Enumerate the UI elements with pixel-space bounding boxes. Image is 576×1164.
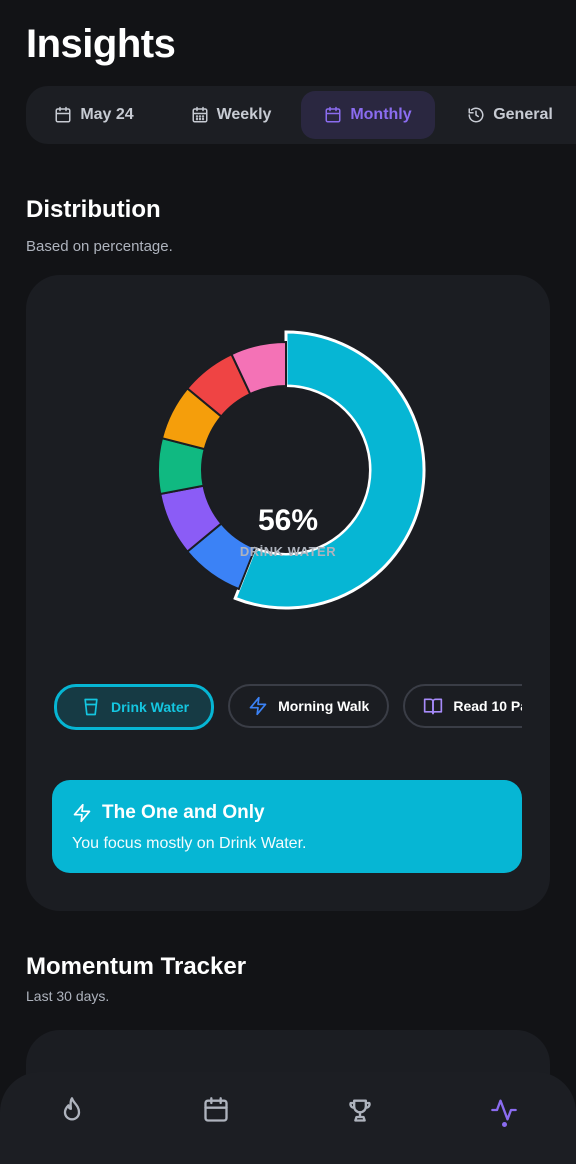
nav-calendar-button[interactable]	[196, 1090, 236, 1130]
bottom-navigation	[0, 1072, 576, 1164]
lightning-icon	[249, 696, 267, 716]
nav-achievements-button[interactable]	[340, 1090, 380, 1130]
tab-general[interactable]: General	[442, 91, 576, 139]
chip-read-10-pages[interactable]: Read 10 Pages	[403, 684, 522, 728]
chip-label: Drink Water	[111, 699, 190, 715]
donut-svg: 56% DRİNK WATER	[157, 330, 426, 610]
tab-label: Weekly	[216, 106, 272, 123]
calendar-icon	[325, 106, 341, 123]
calendar-icon	[204, 1097, 228, 1122]
page-title: Insights	[26, 22, 176, 66]
activity-icon	[491, 1099, 517, 1121]
distribution-title: Distribution	[26, 196, 161, 223]
distribution-subtitle: Based on percentage.	[26, 238, 173, 255]
chip-drink-water[interactable]: Drink Water	[54, 684, 215, 730]
distribution-card: 56% DRİNK WATER Drink Water Morning Walk…	[26, 275, 550, 911]
chip-label: Read 10 Pages	[453, 698, 522, 714]
active-nav-indicator	[502, 1122, 507, 1127]
chip-label: Morning Walk	[278, 698, 370, 714]
tab-label: May 24	[80, 106, 134, 123]
calendar-grid-icon	[192, 106, 208, 123]
insight-callout: The One and Only You focus mostly on Dri…	[52, 780, 522, 873]
tab-label: General	[493, 106, 553, 123]
distribution-donut-chart: 56% DRİNK WATER	[156, 330, 436, 610]
book-icon	[424, 698, 443, 715]
tab-weekly[interactable]: Weekly	[166, 91, 296, 139]
lightning-icon	[73, 803, 91, 823]
habit-chips: Drink Water Morning Walk Read 10 Pages	[52, 682, 522, 730]
cup-icon	[84, 698, 98, 716]
momentum-title: Momentum Tracker	[26, 953, 247, 980]
chip-morning-walk[interactable]: Morning Walk	[228, 684, 390, 728]
tab-label: Monthly	[350, 106, 412, 123]
nav-streaks-button[interactable]	[52, 1090, 92, 1130]
trophy-icon	[349, 1099, 371, 1122]
callout-title-text: The One and Only	[102, 802, 265, 823]
callout-text: You focus mostly on Drink Water.	[72, 835, 307, 852]
tab-monthly[interactable]: Monthly	[301, 91, 435, 139]
history-icon	[468, 107, 484, 123]
tab-may-24[interactable]: May 24	[26, 91, 162, 139]
callout-title: The One and Only	[72, 802, 265, 824]
center-percent: 56%	[258, 504, 318, 537]
flame-icon	[63, 1097, 81, 1121]
center-label: DRİNK WATER	[240, 544, 336, 559]
momentum-subtitle: Last 30 days.	[26, 988, 110, 1004]
calendar-icon	[55, 106, 71, 123]
period-tabs: May 24 Weekly Monthly General	[26, 86, 576, 144]
